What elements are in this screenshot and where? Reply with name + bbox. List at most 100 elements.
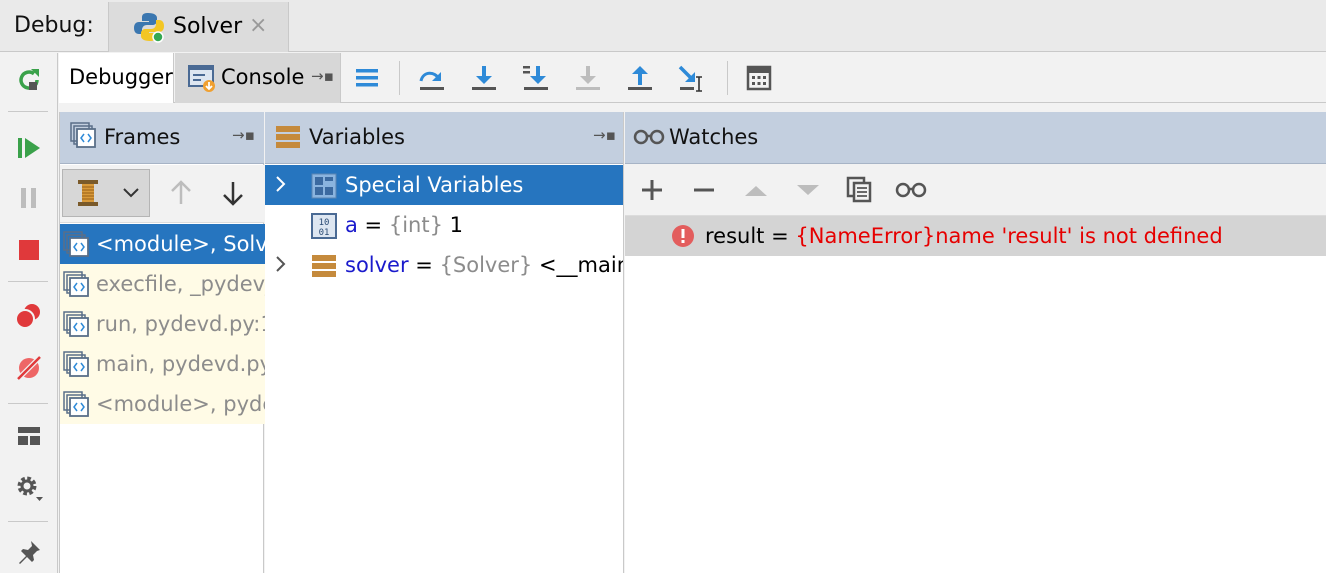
tab-debugger-label: Debugger bbox=[69, 65, 173, 89]
resume-icon[interactable] bbox=[12, 131, 46, 165]
watches-toolbar bbox=[625, 164, 1326, 216]
frames-title: Frames bbox=[104, 125, 181, 149]
variables-header: Variables →▪ bbox=[265, 112, 623, 164]
watches-title: Watches bbox=[669, 125, 759, 149]
variable-value: <__main__.Solver object> bbox=[538, 253, 623, 277]
frame-row[interactable]: <module>, Solver.py:3 bbox=[60, 224, 265, 264]
variable-row-solver[interactable]: solver = {Solver} <__main__.Solver objec… bbox=[265, 245, 623, 285]
watch-entry: result = {NameError}name 'result' is not… bbox=[705, 224, 1223, 248]
step-out-icon[interactable] bbox=[623, 61, 657, 95]
pause-icon[interactable] bbox=[12, 181, 46, 215]
frame-row[interactable]: main, pydevd.py:1658 bbox=[60, 344, 265, 384]
watches-header: Watches bbox=[625, 112, 1326, 164]
frame-row[interactable]: run, pydevd.py:1068 bbox=[60, 304, 265, 344]
force-step-into-icon[interactable] bbox=[571, 61, 605, 95]
run-config-tab-solver[interactable]: Solver × bbox=[108, 2, 289, 52]
variable-type: {int} bbox=[388, 213, 443, 237]
frame-row[interactable]: <module>, pydevd.py:1664 bbox=[60, 384, 265, 424]
left-debug-toolbar bbox=[0, 53, 58, 573]
stop-icon[interactable] bbox=[12, 233, 46, 267]
frame-icon bbox=[63, 311, 91, 344]
arrow-down-icon[interactable] bbox=[220, 179, 246, 212]
special-variables-icon bbox=[311, 173, 337, 204]
equals-sign: = bbox=[408, 253, 440, 277]
chevron-right-icon[interactable] bbox=[273, 173, 289, 200]
console-icon bbox=[187, 63, 217, 98]
variables-panel: Variables →▪ Special Variables 10 01 a = … bbox=[265, 112, 624, 573]
debug-tool-window-header: Debug: Solver × bbox=[0, 0, 1326, 52]
frame-label: <module>, Solver.py:3 bbox=[96, 232, 265, 256]
run-config-tab-label: Solver bbox=[173, 14, 243, 39]
chevron-down-icon bbox=[121, 182, 141, 207]
thread-selector[interactable] bbox=[62, 169, 150, 217]
variable-name: Special Variables bbox=[345, 173, 524, 197]
watch-error-type: {NameError} bbox=[795, 224, 936, 248]
variable-name: a bbox=[345, 213, 358, 237]
variable-name: solver bbox=[345, 253, 409, 277]
frame-icon bbox=[63, 271, 91, 304]
debugger-toolbar: Debugger Console →▪ bbox=[59, 53, 1326, 103]
restore-layout-icon[interactable] bbox=[12, 419, 46, 453]
frames-header: Frames →▪ bbox=[60, 112, 264, 164]
arrow-up-icon[interactable] bbox=[168, 179, 194, 212]
frame-label: main, pydevd.py:1658 bbox=[96, 352, 265, 376]
svg-text:10: 10 bbox=[319, 218, 330, 228]
frame-icon bbox=[63, 351, 91, 384]
step-into-icon[interactable] bbox=[467, 61, 501, 95]
run-to-cursor-icon[interactable] bbox=[675, 61, 709, 95]
variable-type: {Solver} bbox=[439, 253, 533, 277]
variable-entry: solver = {Solver} <__main__.Solver objec… bbox=[345, 253, 623, 277]
chevron-right-icon[interactable] bbox=[273, 253, 289, 280]
frames-list: <module>, Solver.py:3 execfile, _pydev_ex… bbox=[60, 224, 265, 573]
pin-icon[interactable] bbox=[12, 535, 46, 569]
frame-label: execfile, _pydev_execfile.py:18 bbox=[96, 272, 265, 296]
tab-console[interactable]: Console →▪ bbox=[175, 53, 341, 103]
frames-toolbar bbox=[60, 165, 264, 223]
debug-label: Debug: bbox=[14, 13, 94, 38]
copy-icon[interactable] bbox=[845, 175, 873, 208]
show-execution-point-icon[interactable] bbox=[350, 61, 384, 95]
primitive-value-icon: 10 01 bbox=[311, 213, 337, 244]
variable-row-a[interactable]: 10 01 a = {int} 1 bbox=[265, 205, 623, 245]
hide-icon[interactable]: →▪ bbox=[593, 126, 616, 144]
variable-row-special-variables[interactable]: Special Variables bbox=[265, 165, 623, 205]
frame-label: <module>, pydevd.py:1664 bbox=[96, 392, 265, 416]
frame-icon bbox=[63, 391, 91, 424]
tab-debugger[interactable]: Debugger bbox=[59, 53, 174, 103]
variables-tree: Special Variables 10 01 a = {int} 1 solve… bbox=[265, 165, 623, 573]
variables-icon bbox=[275, 124, 301, 155]
tab-console-label: Console bbox=[221, 65, 305, 89]
thread-icon bbox=[75, 178, 101, 213]
move-up-icon[interactable] bbox=[743, 177, 769, 208]
close-icon[interactable]: × bbox=[249, 13, 267, 38]
svg-text:01: 01 bbox=[319, 228, 330, 238]
evaluate-expression-icon[interactable] bbox=[742, 61, 776, 95]
gear-icon[interactable] bbox=[12, 471, 46, 505]
hide-icon[interactable]: →▪ bbox=[232, 126, 255, 144]
watch-error-message: name 'result' is not defined bbox=[935, 224, 1223, 248]
glasses-icon bbox=[633, 126, 665, 153]
variable-value: 1 bbox=[442, 213, 463, 237]
step-into-my-code-icon[interactable] bbox=[519, 61, 553, 95]
frame-row[interactable]: execfile, _pydev_execfile.py:18 bbox=[60, 264, 265, 304]
equals-sign: = bbox=[357, 213, 389, 237]
add-icon[interactable] bbox=[639, 177, 665, 208]
glasses-icon[interactable] bbox=[895, 179, 927, 206]
mute-breakpoints-icon[interactable] bbox=[12, 351, 46, 385]
rerun-icon[interactable] bbox=[12, 63, 46, 97]
watch-row-result[interactable]: result = {NameError}name 'result' is not… bbox=[625, 216, 1326, 256]
step-over-icon[interactable] bbox=[415, 61, 449, 95]
view-breakpoints-icon[interactable] bbox=[12, 299, 46, 333]
variables-title: Variables bbox=[309, 125, 405, 149]
frame-label: run, pydevd.py:1068 bbox=[96, 312, 265, 336]
frame-icon bbox=[63, 231, 91, 264]
frames-icon bbox=[70, 122, 98, 157]
variable-entry: a = {int} 1 bbox=[345, 213, 463, 237]
error-icon bbox=[671, 224, 695, 253]
equals-sign: = bbox=[764, 224, 796, 248]
watches-panel: Watches result = {NameError}name 'result… bbox=[625, 112, 1326, 573]
object-icon bbox=[311, 253, 337, 284]
remove-icon[interactable] bbox=[691, 177, 717, 208]
hide-icon[interactable]: →▪ bbox=[311, 67, 334, 85]
move-down-icon[interactable] bbox=[795, 177, 821, 208]
